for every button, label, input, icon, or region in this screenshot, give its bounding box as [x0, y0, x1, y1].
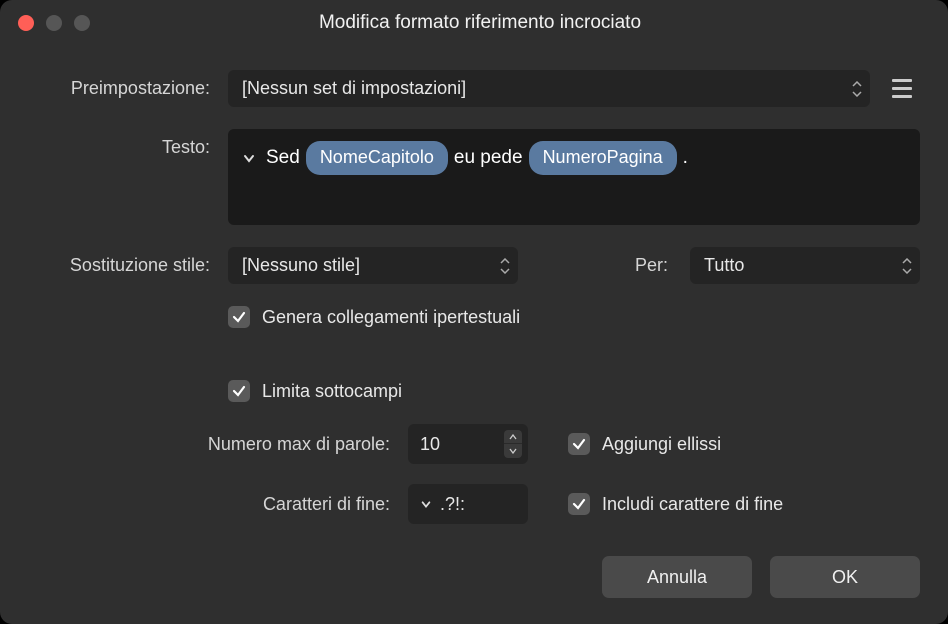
close-icon[interactable] [18, 15, 34, 31]
footer: Annulla OK [602, 556, 920, 598]
style-sub-label: Sostituzione stile: [28, 255, 228, 276]
max-words-input[interactable]: 10 [408, 424, 528, 464]
limit-sub-row: Limita sottocampi [28, 380, 920, 402]
per-label: Per: [635, 255, 668, 276]
limit-sub-label: Limita sottocampi [262, 381, 402, 402]
preset-menu-button[interactable] [884, 71, 920, 107]
text-label: Testo: [28, 129, 228, 158]
stepper-icon [500, 258, 510, 274]
add-ellipsis-check[interactable]: Aggiungi ellissi [568, 433, 721, 455]
text-template-input[interactable]: Sed NomeCapitolo eu pede NumeroPagina . [228, 129, 920, 225]
checkbox-checked-icon [228, 306, 250, 328]
add-ellipsis-label: Aggiungi ellissi [602, 434, 721, 455]
end-chars-value: .?!: [440, 494, 465, 515]
max-words-row: Numero max di parole: 10 Aggiungi elliss… [28, 424, 920, 464]
preset-select[interactable]: [Nessun set di impostazioni] [228, 70, 870, 107]
max-words-label: Numero max di parole: [28, 434, 408, 455]
per-value: Tutto [704, 255, 744, 276]
end-chars-row: Caratteri di fine: .?!: Includi caratter… [28, 484, 920, 524]
preset-row: Preimpostazione: [Nessun set di impostaz… [28, 70, 920, 107]
checkbox-checked-icon [568, 493, 590, 515]
text-part: Sed [266, 143, 300, 173]
ok-button[interactable]: OK [770, 556, 920, 598]
chevron-down-icon[interactable] [420, 494, 432, 515]
stepper-icon [902, 258, 912, 274]
gen-hyper-label: Genera collegamenti ipertestuali [262, 307, 520, 328]
style-sub-select[interactable]: [Nessuno stile] [228, 247, 518, 284]
end-chars-input[interactable]: .?!: [408, 484, 528, 524]
max-words-value: 10 [420, 434, 440, 455]
chip-chapter-name[interactable]: NomeCapitolo [306, 141, 448, 175]
per-select[interactable]: Tutto [690, 247, 920, 284]
preset-label: Preimpostazione: [28, 78, 228, 99]
hamburger-icon [892, 79, 912, 98]
chevron-down-icon[interactable] [242, 151, 256, 165]
include-end-label: Includi carattere di fine [602, 494, 783, 515]
traffic-lights [18, 15, 90, 31]
text-part: . [683, 143, 688, 173]
minimize-icon[interactable] [46, 15, 62, 31]
dialog-window: Modifica formato riferimento incrociato … [0, 0, 948, 624]
limit-sub-check[interactable]: Limita sottocampi [228, 380, 402, 402]
text-part: eu pede [454, 143, 523, 173]
cancel-button[interactable]: Annulla [602, 556, 752, 598]
stepper-icon [852, 81, 862, 97]
dialog-title: Modifica formato riferimento incrociato [90, 12, 930, 34]
titlebar: Modifica formato riferimento incrociato [0, 0, 948, 46]
content: Preimpostazione: [Nessun set di impostaz… [0, 46, 948, 524]
checkbox-checked-icon [568, 433, 590, 455]
maximize-icon[interactable] [74, 15, 90, 31]
include-end-check[interactable]: Includi carattere di fine [568, 493, 783, 515]
stepper-icon[interactable] [504, 430, 522, 458]
preset-value: [Nessun set di impostazioni] [242, 78, 466, 99]
chip-page-number[interactable]: NumeroPagina [529, 141, 677, 175]
text-row: Testo: Sed NomeCapitolo eu pede NumeroPa… [28, 129, 920, 225]
style-sub-value: [Nessuno stile] [242, 255, 360, 276]
end-chars-label: Caratteri di fine: [28, 494, 408, 515]
gen-hyper-check[interactable]: Genera collegamenti ipertestuali [228, 306, 520, 328]
gen-hyper-row: Genera collegamenti ipertestuali [28, 306, 920, 328]
checkbox-checked-icon [228, 380, 250, 402]
style-sub-row: Sostituzione stile: [Nessuno stile] Per:… [28, 247, 920, 284]
